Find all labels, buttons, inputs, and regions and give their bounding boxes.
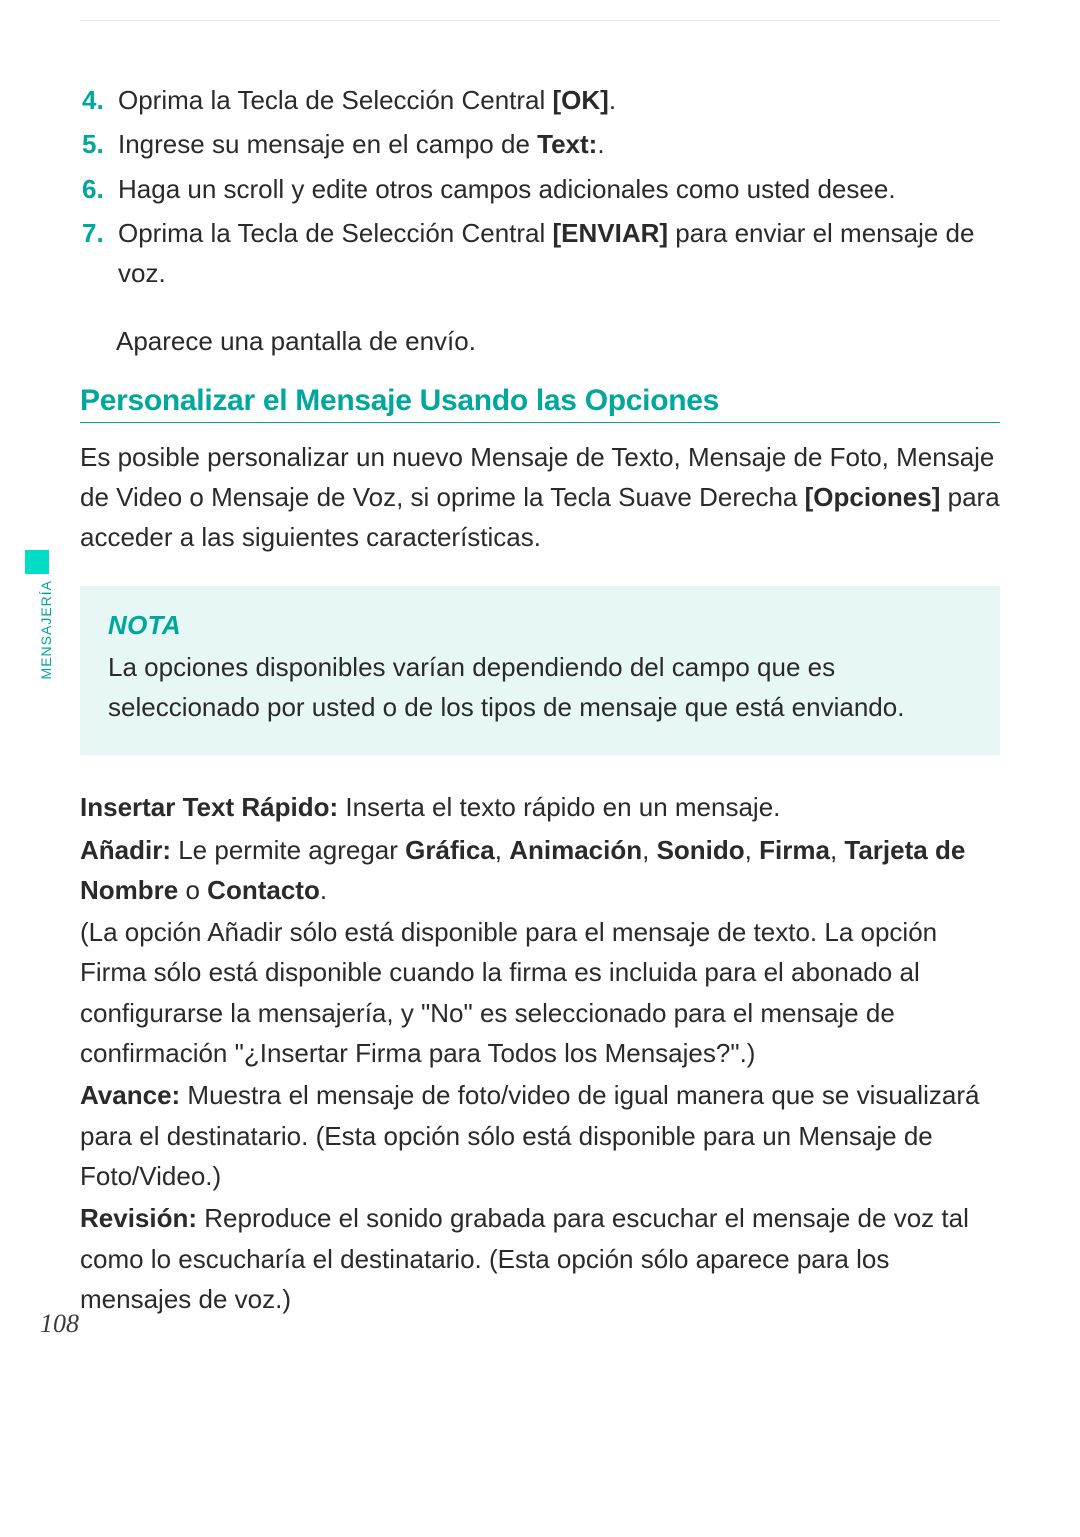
- sep: ,: [745, 835, 759, 865]
- option-add: Añadir: Le permite agregar Gráfica, Anim…: [80, 830, 1000, 911]
- keyword: Animación: [509, 835, 642, 865]
- section-heading: Personalizar el Mensaje Usando las Opcio…: [80, 384, 1000, 423]
- intro-bold: [Opciones]: [805, 482, 941, 512]
- step-text: Haga un scroll y edite otros campos adic…: [118, 174, 896, 204]
- keyword: Gráfica: [405, 835, 495, 865]
- option-label: Insertar Text Rápido:: [80, 792, 338, 822]
- step-text: Oprima la Tecla de Selección Central: [118, 218, 553, 248]
- section-tab-marker: [25, 550, 49, 574]
- step-key: Text:: [537, 129, 597, 159]
- keyword: Sonido: [657, 835, 745, 865]
- step-4: 4. Oprima la Tecla de Selección Central …: [82, 80, 1000, 120]
- step-number: 6.: [82, 169, 104, 209]
- sep: ,: [830, 835, 844, 865]
- note-label: NOTA: [108, 610, 972, 641]
- sep: ,: [495, 835, 509, 865]
- note-box: NOTA La opciones disponibles varían depe…: [80, 586, 1000, 756]
- step-key: [ENVIAR]: [553, 218, 669, 248]
- step-number: 7.: [82, 213, 104, 253]
- section-intro: Es posible personalizar un nuevo Mensaje…: [80, 437, 1000, 558]
- option-review: Revisión: Reproduce el sonido grabada pa…: [80, 1198, 1000, 1319]
- step-text-post: .: [609, 85, 616, 115]
- option-label: Añadir:: [80, 835, 171, 865]
- option-text: Muestra el mensaje de foto/video de igua…: [80, 1080, 979, 1191]
- option-preview: Avance: Muestra el mensaje de foto/video…: [80, 1075, 1000, 1196]
- divider: [80, 20, 1000, 21]
- option-insert-quick-text: Insertar Text Rápido: Inserta el texto r…: [80, 787, 1000, 827]
- option-label: Avance:: [80, 1080, 180, 1110]
- step-number: 5.: [82, 124, 104, 164]
- option-text: Reproduce el sonido grabada para escucha…: [80, 1203, 969, 1314]
- sep: ,: [642, 835, 656, 865]
- step-number: 4.: [82, 80, 104, 120]
- option-text: Le permite agregar: [171, 835, 405, 865]
- option-text: Inserta el texto rápido en un mensaje.: [338, 792, 780, 822]
- section-side-label: MENSAJERÍA: [38, 580, 54, 679]
- keyword: Contacto: [207, 875, 320, 905]
- step-7: 7. Oprima la Tecla de Selección Central …: [82, 213, 1000, 294]
- step-text-post: .: [597, 129, 604, 159]
- option-label: Revisión:: [80, 1203, 197, 1233]
- options-block: Insertar Text Rápido: Inserta el texto r…: [80, 787, 1000, 1319]
- step-5: 5. Ingrese su mensaje en el campo de Tex…: [82, 124, 1000, 164]
- step-7-substep: Aparece una pantalla de envío.: [116, 321, 1000, 361]
- instruction-list: 4. Oprima la Tecla de Selección Central …: [82, 80, 1000, 293]
- end: .: [320, 875, 327, 905]
- option-add-note: (La opción Añadir sólo está disponible p…: [80, 912, 1000, 1073]
- page-number: 108: [40, 1309, 79, 1339]
- step-text: Ingrese su mensaje en el campo de: [118, 129, 537, 159]
- step-text: Oprima la Tecla de Selección Central: [118, 85, 553, 115]
- step-key: [OK]: [553, 85, 609, 115]
- step-6: 6. Haga un scroll y edite otros campos a…: [82, 169, 1000, 209]
- sep: o: [178, 875, 207, 905]
- note-body: La opciones disponibles varían dependien…: [108, 647, 972, 728]
- keyword: Firma: [759, 835, 830, 865]
